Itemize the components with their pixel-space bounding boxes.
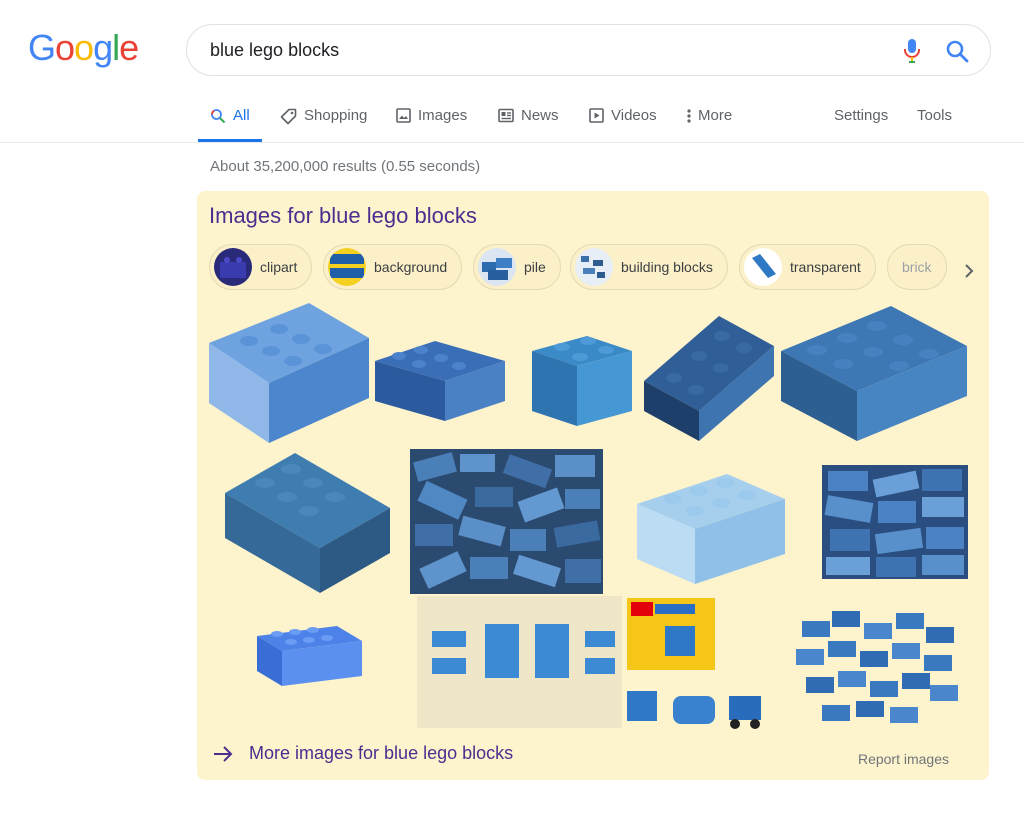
image-result[interactable] — [822, 465, 968, 579]
settings-link[interactable]: Settings — [834, 96, 888, 142]
image-result[interactable] — [625, 596, 775, 736]
images-panel-title[interactable]: Images for blue lego blocks — [209, 203, 477, 229]
search-icon — [211, 109, 226, 124]
search-box[interactable]: blue lego blocks — [186, 24, 991, 76]
chip-label: brick — [902, 259, 932, 275]
chip-clipart[interactable]: clipart — [209, 244, 313, 290]
tab-news[interactable]: News — [498, 96, 559, 142]
chip-label: clipart — [260, 259, 298, 275]
image-result[interactable] — [257, 616, 362, 686]
images-panel: Images for blue lego blocks clipart back… — [197, 191, 989, 780]
tab-more[interactable]: More — [686, 96, 732, 142]
tools-link[interactable]: Tools — [917, 96, 952, 142]
header-divider — [0, 142, 1024, 143]
image-result[interactable] — [375, 336, 505, 421]
refinement-chips: clipart background pile building blocks … — [209, 244, 989, 290]
microphone-icon[interactable] — [902, 38, 922, 64]
image-result[interactable] — [410, 449, 603, 594]
more-vert-icon — [687, 109, 691, 123]
logo-letter: G — [28, 27, 56, 68]
search-tabs: All Shopping Images News Videos More Set… — [198, 96, 988, 142]
tab-label: More — [698, 107, 733, 124]
video-icon — [589, 108, 604, 123]
chip-thumbnail — [328, 248, 366, 286]
tab-label: All — [233, 107, 250, 124]
chip-building-blocks[interactable]: building blocks — [570, 244, 728, 290]
image-result[interactable] — [781, 306, 967, 441]
chip-pile[interactable]: pile — [473, 244, 561, 290]
chip-thumbnail — [478, 248, 516, 286]
tab-label: Shopping — [304, 107, 368, 124]
image-result[interactable] — [522, 331, 637, 431]
news-icon — [498, 108, 514, 123]
tools-label: Tools — [917, 107, 953, 124]
logo-letter: g — [93, 27, 113, 68]
tab-all[interactable]: All — [198, 96, 262, 142]
tab-label: News — [521, 107, 559, 124]
logo-letter: l — [112, 27, 120, 68]
chip-label: building blocks — [621, 259, 713, 275]
more-images-link[interactable]: More images for blue lego blocks — [213, 743, 513, 764]
google-logo[interactable]: Google — [28, 27, 139, 68]
chip-transparent[interactable]: transparent — [739, 244, 876, 290]
result-stats: About 35,200,000 results (0.55 seconds) — [210, 158, 481, 175]
more-images-label: More images for blue lego blocks — [249, 743, 514, 763]
chip-brick[interactable]: brick — [887, 244, 947, 290]
image-icon — [396, 108, 411, 123]
logo-letter: o — [55, 27, 75, 68]
tab-label: Videos — [611, 107, 657, 124]
report-images-link[interactable]: Report images — [858, 751, 949, 767]
tab-label: Images — [418, 107, 468, 124]
chip-label: background — [374, 259, 448, 275]
search-icon[interactable] — [944, 38, 970, 64]
chip-background[interactable]: background — [323, 244, 463, 290]
chevron-right-icon[interactable] — [959, 261, 979, 281]
chip-thumbnail — [214, 248, 252, 286]
settings-label: Settings — [834, 107, 889, 124]
image-result[interactable] — [792, 601, 962, 731]
image-result[interactable] — [417, 596, 622, 728]
tab-images[interactable]: Images — [396, 96, 467, 142]
logo-letter: o — [74, 27, 94, 68]
chip-label: pile — [524, 259, 546, 275]
image-result[interactable] — [637, 469, 785, 584]
image-result[interactable] — [209, 303, 369, 443]
arrow-right-icon — [214, 745, 233, 762]
chip-label: transparent — [790, 259, 861, 275]
tab-shopping[interactable]: Shopping — [280, 96, 367, 142]
chip-thumbnail — [575, 248, 613, 286]
tag-icon — [280, 108, 297, 125]
chip-thumbnail — [744, 248, 782, 286]
image-result[interactable] — [644, 316, 774, 441]
search-input[interactable]: blue lego blocks — [210, 40, 339, 61]
image-result[interactable] — [225, 453, 390, 593]
logo-letter: e — [119, 27, 139, 68]
tab-videos[interactable]: Videos — [589, 96, 657, 142]
